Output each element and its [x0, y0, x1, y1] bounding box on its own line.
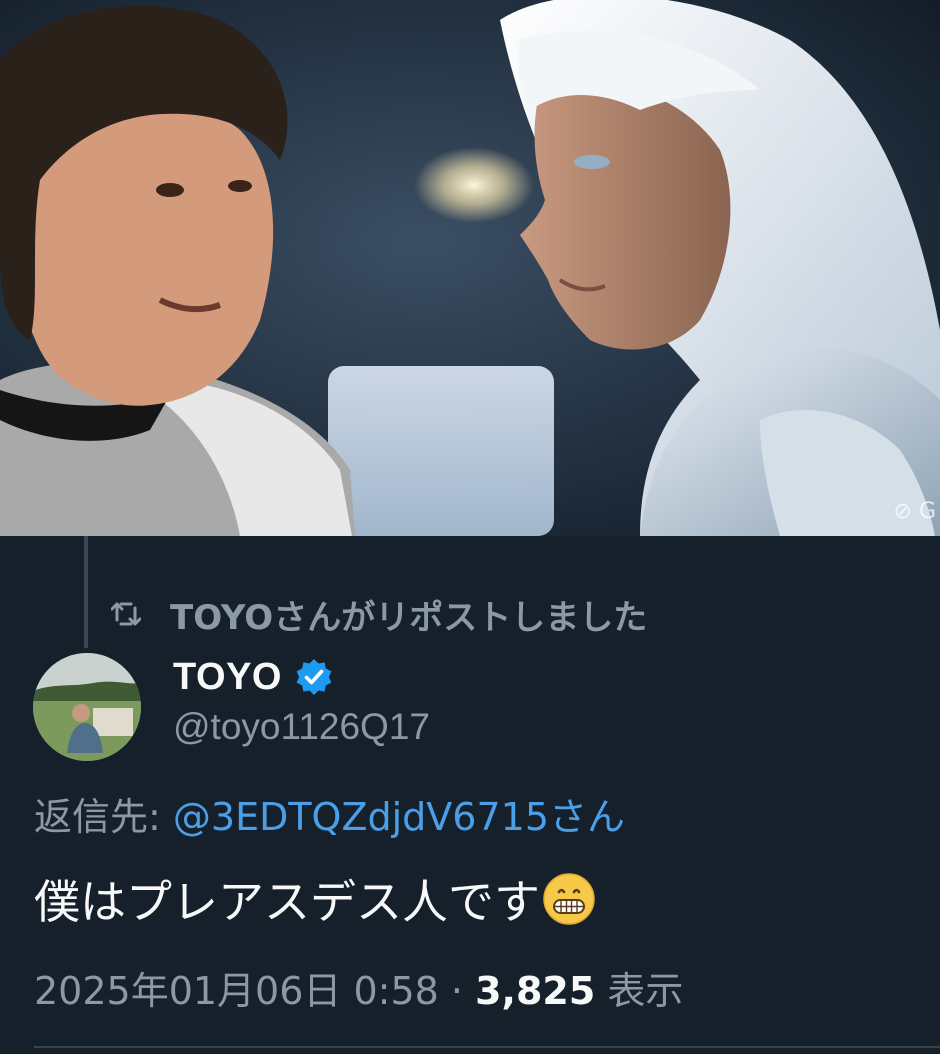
reply-to-label: 返信先:: [34, 795, 173, 839]
media-watermark: ⊘ G: [893, 499, 936, 524]
tweet-media-image[interactable]: ⊘ G: [0, 0, 940, 536]
repost-label: TOYOさんがリポストしました: [170, 597, 648, 638]
author-name-row[interactable]: TOYO: [173, 650, 334, 704]
author-handle[interactable]: @toyo1126Q17: [173, 706, 430, 748]
author-avatar[interactable]: [33, 653, 141, 761]
tweet-body: 僕はプレアスデス人です: [34, 866, 596, 932]
reply-to-line: 返信先: @3EDTQZdjdV6715さん: [34, 786, 625, 841]
tweet-timestamp[interactable]: 2025年01月06日 0:58 ·: [34, 969, 475, 1013]
tweet-screen: ⊘ G TOYOさんがリポストしました TOYO @toyo1126Q17 返信…: [0, 0, 940, 1054]
repost-icon: [108, 596, 144, 632]
verified-badge-icon: [294, 657, 334, 697]
repost-indicator[interactable]: TOYOさんがリポストしました: [108, 586, 647, 642]
views-count[interactable]: 3,825: [475, 969, 595, 1013]
media-illustration: [0, 0, 940, 536]
tweet-meta: 2025年01月06日 0:58 · 3,825 表示: [34, 960, 683, 1015]
reply-to-mention-link[interactable]: @3EDTQZdjdV6715さん: [173, 795, 625, 839]
divider: [34, 1046, 940, 1048]
views-label: 表示: [595, 969, 684, 1013]
grinning-face-emoji-icon: [542, 872, 596, 926]
avatar-image: [33, 653, 141, 761]
thread-connector-line: [84, 536, 88, 648]
author-display-name[interactable]: TOYO: [173, 656, 282, 699]
tweet-text: 僕はプレアスデス人です: [34, 875, 540, 929]
